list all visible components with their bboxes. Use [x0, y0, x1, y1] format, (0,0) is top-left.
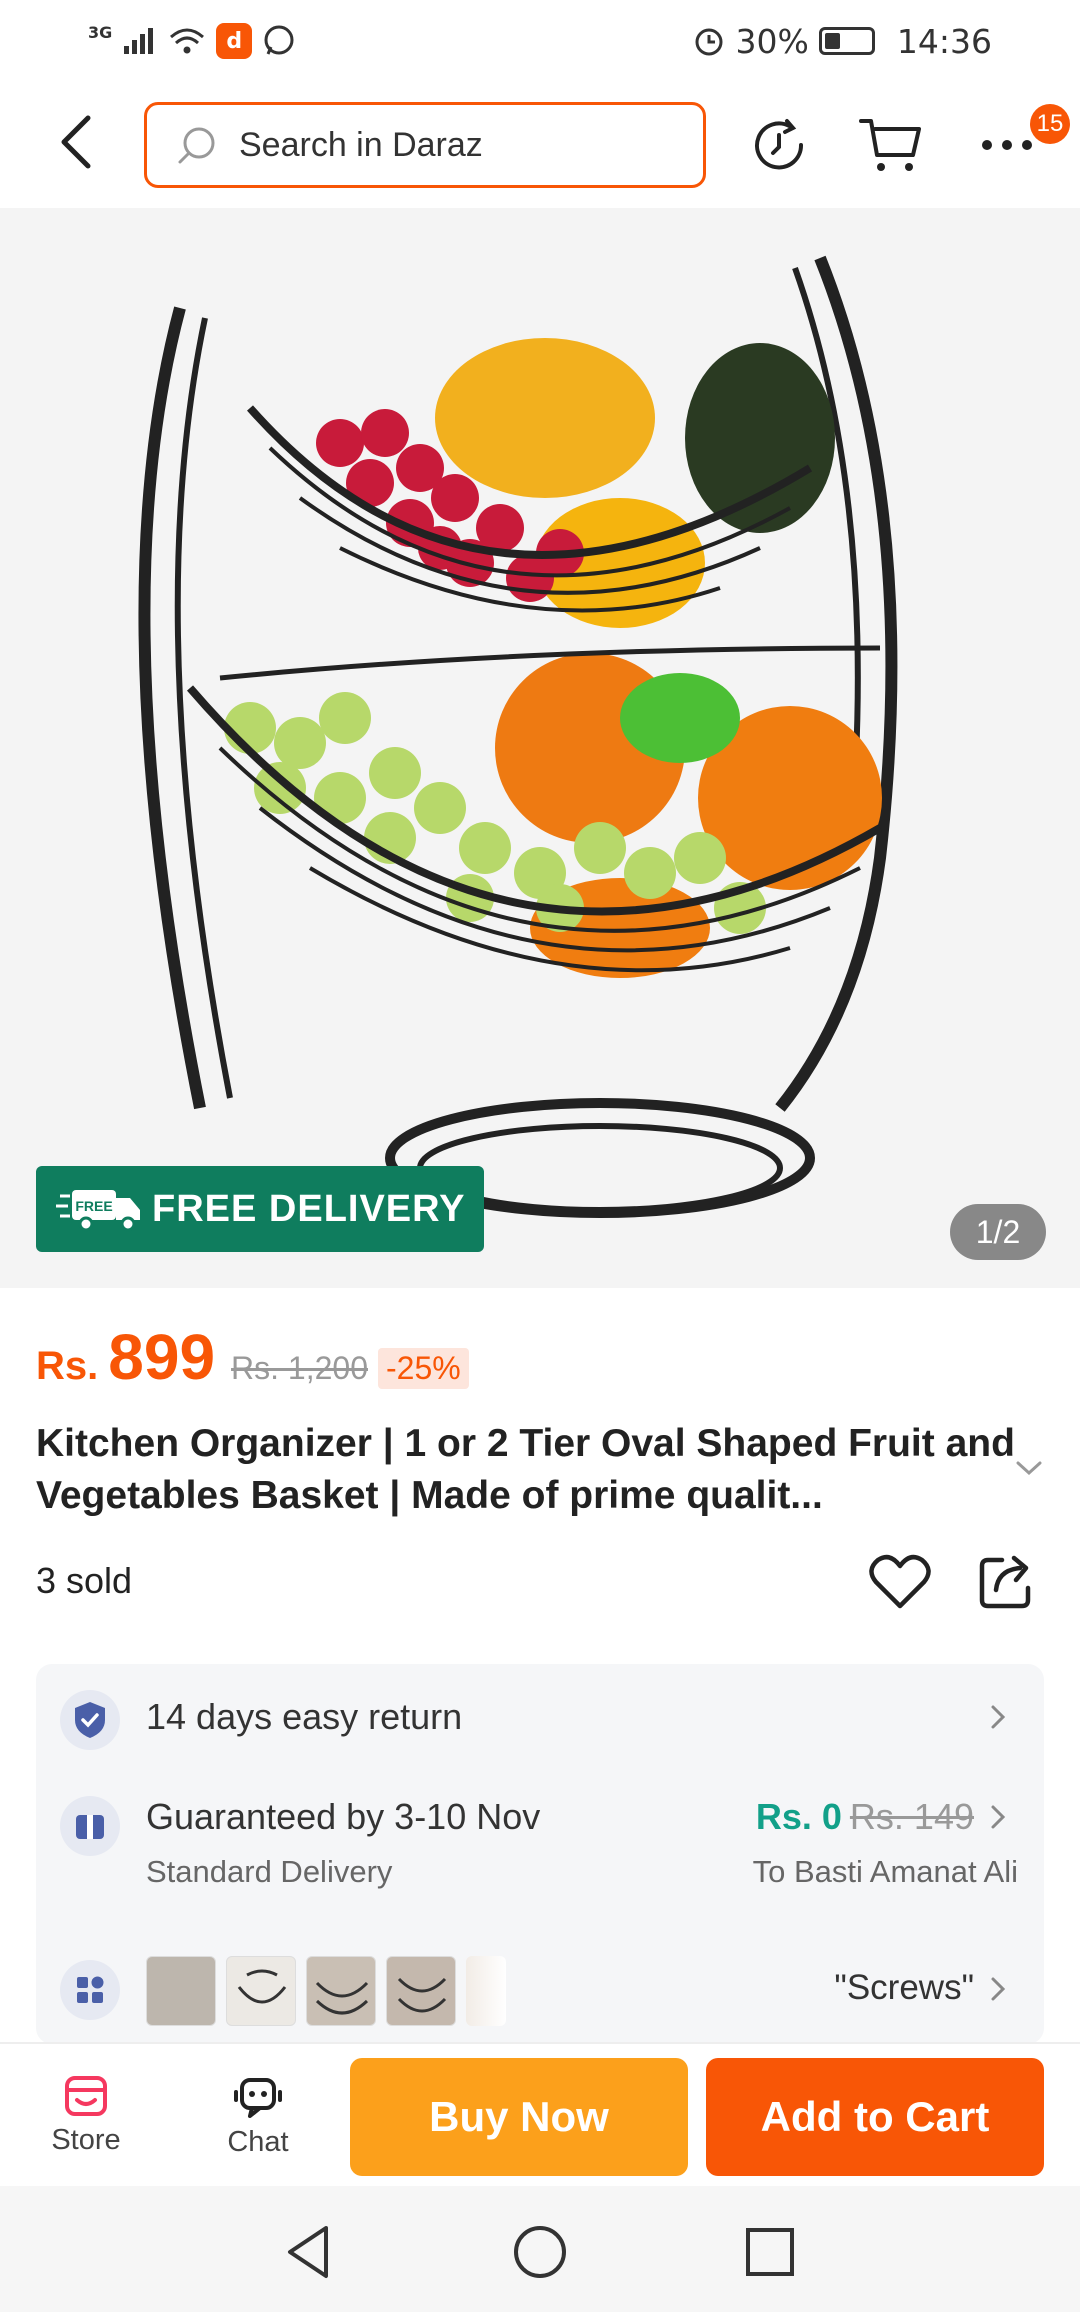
delivery-destination: To Basti Amanat Ali — [752, 1854, 1018, 1889]
variant-thumbnail[interactable] — [226, 1956, 296, 2026]
network-type: 3G — [88, 22, 113, 42]
delivery-type: Standard Delivery — [146, 1854, 393, 1889]
variant-thumbnails — [146, 1956, 506, 2026]
return-policy-row[interactable]: 14 days easy return — [36, 1664, 1044, 1774]
notification-badge: 15 — [1030, 104, 1070, 144]
free-tag: FREE — [75, 1198, 112, 1214]
bottom-action-bar: Store Chat Buy Now Add to Cart — [0, 2042, 1080, 2186]
delivery-truck-icon: FREE — [56, 1190, 140, 1232]
add-to-cart-button[interactable]: Add to Cart — [706, 2058, 1044, 2176]
wishlist-heart-icon[interactable] — [868, 1552, 932, 1612]
delivery-guarantee: Guaranteed by 3-10 Nov — [146, 1796, 541, 1837]
buy-now-button[interactable]: Buy Now — [350, 2058, 688, 2176]
chevron-right-icon — [991, 1977, 1006, 2001]
expand-title-icon[interactable] — [1014, 1458, 1044, 1478]
variant-value: "Screws" — [834, 1968, 974, 2007]
store-icon — [65, 2076, 107, 2116]
delivery-box-icon — [60, 1796, 120, 1856]
variant-row[interactable]: "Screws" — [36, 1954, 1044, 2044]
price-row: Rs. 899 Rs. 1,200 -25% — [36, 1320, 469, 1394]
more-dots-icon — [982, 140, 1032, 150]
system-navigation-bar — [0, 2186, 1080, 2312]
wifi-icon — [170, 28, 205, 54]
back-button[interactable] — [46, 112, 106, 172]
share-icon[interactable] — [976, 1552, 1036, 1612]
cart-button[interactable] — [856, 110, 926, 180]
chat-bot-icon — [234, 2078, 282, 2118]
search-icon — [178, 127, 215, 164]
whatsapp-icon — [264, 25, 294, 55]
currency: Rs. — [36, 1344, 99, 1388]
current-price: 899 — [108, 1321, 216, 1393]
status-bar: 3G d 30% 14:36 — [0, 0, 1080, 82]
product-title[interactable]: Kitchen Organizer | 1 or 2 Tier Oval Sha… — [36, 1418, 1016, 1522]
history-icon — [755, 119, 804, 170]
store-button[interactable]: Store — [26, 2074, 146, 2157]
delivery-fee-current: Rs. 0 — [755, 1796, 842, 1837]
product-image-gallery[interactable] — [0, 208, 1080, 1288]
product-image — [0, 208, 1080, 1288]
image-pager: 1/2 — [950, 1204, 1046, 1260]
free-delivery-banner: FREE FREE DELIVERY — [36, 1166, 484, 1252]
search-placeholder: Search in Daraz — [239, 125, 483, 164]
nav-back-icon[interactable] — [280, 2222, 340, 2282]
variant-thumbnail[interactable] — [306, 1956, 376, 2026]
top-header: Search in Daraz — [0, 82, 1080, 208]
history-button[interactable] — [744, 110, 814, 180]
delivery-fee: Rs. 0 Rs. 149 — [756, 1796, 974, 1838]
chat-button[interactable]: Chat — [198, 2074, 318, 2159]
delivery-fee-old: Rs. 149 — [849, 1796, 974, 1837]
daraz-notification-icon: d — [216, 23, 253, 59]
cart-icon — [859, 119, 921, 171]
status-left: 3G d — [88, 23, 296, 59]
free-delivery-label: FREE DELIVERY — [152, 1187, 466, 1230]
battery-icon — [818, 27, 875, 55]
signal-icon — [124, 28, 154, 54]
chevron-right-icon — [991, 1705, 1006, 1729]
return-policy-label: 14 days easy return — [146, 1696, 463, 1737]
discount-badge: -25% — [378, 1348, 469, 1389]
sold-count: 3 sold — [36, 1560, 133, 1601]
original-price: Rs. 1,200 — [231, 1350, 368, 1386]
delivery-row[interactable]: Guaranteed by 3-10 Nov Standard Delivery… — [36, 1774, 1044, 1914]
chat-label: Chat — [227, 2126, 289, 2158]
nav-recents-icon[interactable] — [740, 2222, 800, 2282]
alarm-icon — [695, 28, 723, 56]
variant-thumbnail[interactable] — [466, 1956, 506, 2026]
service-info-card: 14 days easy return Guaranteed by 3-10 N… — [36, 1664, 1044, 2044]
nav-home-icon[interactable] — [510, 2222, 570, 2282]
clock: 14:36 — [896, 21, 992, 61]
variants-grid-icon — [60, 1960, 120, 2020]
back-arrow-icon — [61, 115, 91, 169]
search-input[interactable]: Search in Daraz — [144, 102, 706, 188]
shield-check-icon — [60, 1690, 120, 1750]
chevron-right-icon — [991, 1805, 1006, 1829]
status-right: 30% 14:36 — [692, 22, 992, 61]
variant-thumbnail[interactable] — [386, 1956, 456, 2026]
store-label: Store — [51, 2124, 121, 2156]
variant-thumbnail[interactable] — [146, 1956, 216, 2026]
battery-percent: 30% — [735, 21, 809, 61]
